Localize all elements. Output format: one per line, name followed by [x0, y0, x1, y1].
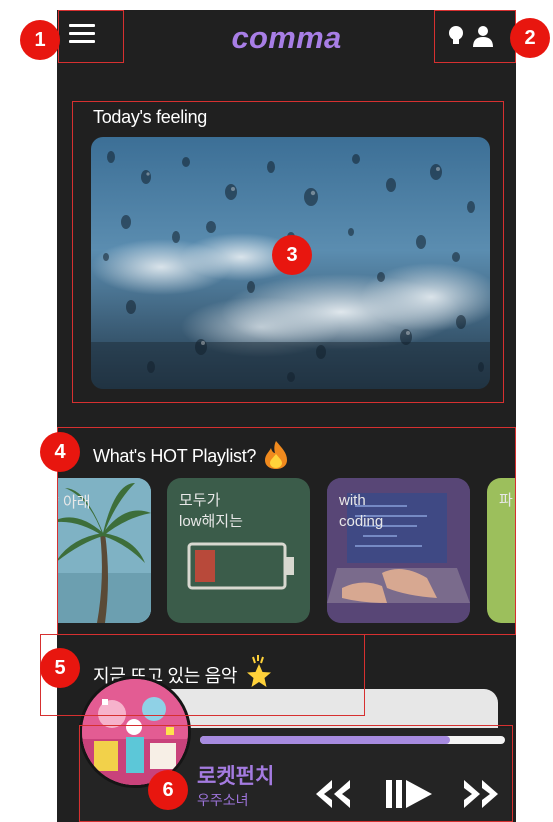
annotation-box-player: [79, 725, 513, 822]
annotation-marker: 5: [40, 648, 80, 688]
annotation-marker: 6: [148, 770, 188, 810]
annotation-box-header-actions: [434, 10, 516, 63]
annotation-marker: 2: [510, 18, 550, 58]
annotation-box-playlist: [57, 427, 516, 635]
annotation-marker: 4: [40, 432, 80, 472]
annotation-marker: 3: [272, 235, 312, 275]
annotation-box-menu: [58, 10, 124, 63]
annotation-marker: 1: [20, 20, 60, 60]
annotation-box-trending: [40, 634, 365, 716]
